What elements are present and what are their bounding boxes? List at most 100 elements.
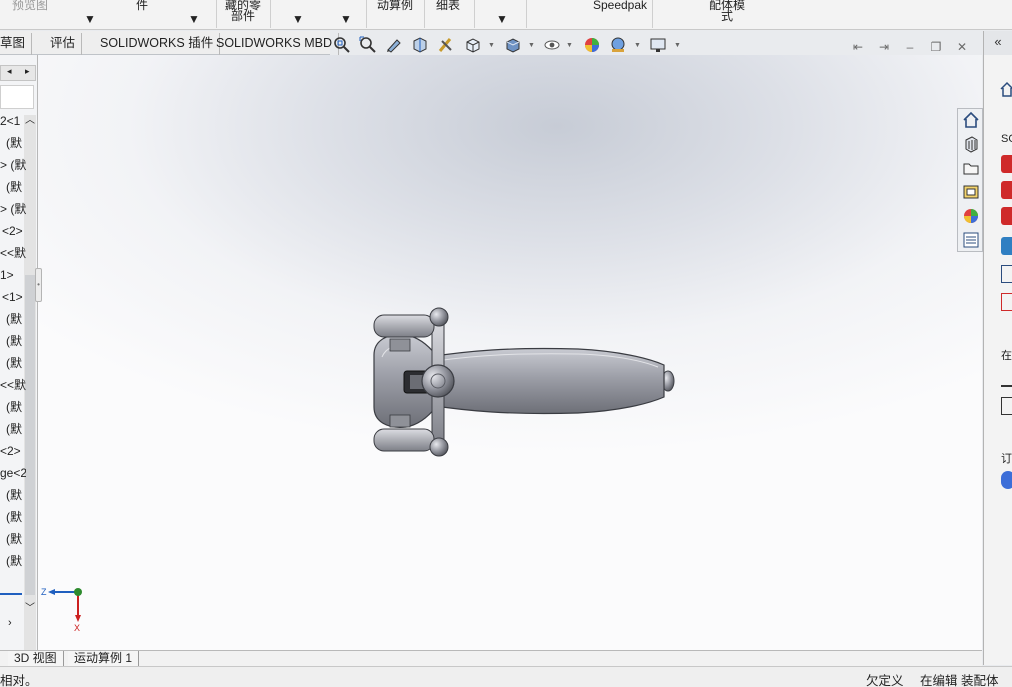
tab-solidworks-mbd[interactable]: SOLIDWORKS MBD	[210, 33, 339, 55]
tab-solidworks-addins[interactable]: SOLIDWORKS 插件	[94, 33, 221, 55]
document-icon[interactable]	[1001, 293, 1012, 311]
ribbon-separator	[366, 0, 367, 28]
ribbon-separator	[526, 0, 527, 28]
view-palette-icon[interactable]	[960, 181, 982, 203]
home-icon[interactable]	[1000, 81, 1012, 99]
chevron-down-icon[interactable]: ▼	[674, 42, 681, 49]
ribbon-item-speedpak[interactable]: Speedpak	[590, 0, 650, 30]
chevron-down-icon[interactable]: ▼	[634, 42, 641, 49]
chevron-right-icon[interactable]: ›	[8, 617, 12, 629]
status-message: 相对。	[0, 674, 38, 687]
view-orientation-icon[interactable]	[462, 34, 482, 56]
tree-item[interactable]: (默	[6, 530, 32, 548]
solidworks-resource-icon[interactable]	[1001, 181, 1012, 199]
minimize-button[interactable]: –	[900, 37, 920, 57]
chevron-down-icon[interactable]: ▼	[488, 42, 495, 49]
home-icon[interactable]	[960, 109, 982, 131]
tree-item[interactable]: > (默	[0, 200, 26, 218]
tree-item[interactable]: <2>	[0, 442, 26, 460]
edit-appearance-icon[interactable]	[582, 34, 602, 56]
tree-item[interactable]: (默	[6, 508, 32, 526]
link-icon[interactable]	[1001, 369, 1012, 387]
file-explorer-icon[interactable]	[960, 157, 982, 179]
tree-item[interactable]: (默	[6, 134, 32, 152]
ribbon-item-motion-study[interactable]: 动算例	[370, 0, 420, 30]
tree-nav-arrows: ◂ ▸	[0, 65, 36, 81]
tool-icon[interactable]	[1001, 265, 1012, 283]
zoom-area-icon[interactable]	[358, 34, 378, 56]
tree-item[interactable]: ge<2	[0, 464, 26, 482]
tree-item[interactable]: 1>	[0, 266, 26, 284]
tab-sketch[interactable]: 草图	[0, 33, 33, 55]
tab-3d-view[interactable]: 3D 视图	[8, 651, 64, 667]
ribbon-item-assembly-mode[interactable]: 配体模 式	[704, 0, 750, 30]
zoom-to-fit-icon[interactable]	[332, 34, 352, 56]
tree-item[interactable]: <2>	[2, 222, 28, 240]
ribbon-label: Speedpak	[592, 0, 648, 12]
tile-right-icon[interactable]: ⇥	[874, 37, 894, 57]
appearances-icon[interactable]	[960, 205, 982, 227]
ribbon-item-bom[interactable]: 细表	[428, 0, 468, 30]
z-axis-label: Z	[41, 587, 47, 597]
scroll-right-icon[interactable]: ▸	[25, 66, 30, 77]
tab-motion-study-1[interactable]: 运动算例 1	[68, 651, 140, 667]
custom-properties-icon[interactable]	[960, 229, 982, 251]
ribbon-item-part[interactable]: 件	[120, 0, 164, 30]
tree-filter-box[interactable]	[0, 85, 34, 109]
coordinate-triad	[48, 588, 82, 622]
tree-item[interactable]: <1>	[2, 288, 28, 306]
status-bar: 相对。 欠定义 在编辑 装配体	[0, 666, 1012, 687]
tree-item[interactable]: (默	[6, 486, 32, 504]
tree-item[interactable]: 2<1	[0, 112, 26, 130]
apply-scene-icon[interactable]	[608, 34, 628, 56]
tree-item[interactable]: (默	[6, 552, 32, 570]
chevron-up-icon[interactable]: ︿	[25, 111, 35, 126]
chevron-down-icon[interactable]: ▼	[566, 42, 573, 49]
tree-item[interactable]: (默	[6, 398, 32, 416]
command-manager-tabs: 草图 评估 SOLIDWORKS 插件 SOLIDWORKS MBD	[0, 31, 339, 55]
forum-icon[interactable]	[1001, 397, 1012, 415]
collapse-task-pane-button[interactable]: «	[983, 31, 1012, 55]
ribbon-separator	[652, 0, 653, 28]
tree-item[interactable]: (默	[6, 420, 32, 438]
panel-splitter-handle[interactable]: •	[35, 268, 42, 302]
add-in-icon[interactable]	[1001, 237, 1012, 255]
tree-item[interactable]: (默	[6, 354, 32, 372]
close-button[interactable]: ✕	[952, 37, 972, 57]
ribbon-separator	[216, 0, 217, 28]
document-window-controls: ⇤ ⇥ – ❐ ✕	[848, 37, 972, 57]
task-pane-section-label: SO	[1001, 133, 1012, 145]
hide-show-icon[interactable]	[542, 34, 562, 56]
task-pane-section-label: 在	[1001, 350, 1012, 362]
view-settings-icon[interactable]	[648, 34, 668, 56]
chevron-down-icon[interactable]: ﹀	[25, 599, 35, 614]
scooter-model[interactable]	[38, 55, 982, 650]
previous-view-icon[interactable]	[384, 34, 404, 56]
ribbon-label: 预览图	[11, 0, 48, 12]
section-view-icon[interactable]	[410, 34, 430, 56]
ribbon-separator	[424, 0, 425, 28]
display-style-icon[interactable]	[502, 34, 522, 56]
tree-item[interactable]: (默	[6, 332, 32, 350]
tree-item[interactable]: (默	[6, 178, 32, 196]
tree-item[interactable]: <<默	[0, 244, 26, 262]
ribbon-label: 件	[135, 0, 148, 12]
solidworks-resource-icon[interactable]	[1001, 155, 1012, 173]
tree-item[interactable]: (默	[6, 310, 32, 328]
chevron-down-icon[interactable]: ▼	[528, 42, 535, 49]
tile-left-icon[interactable]: ⇤	[848, 37, 868, 57]
ribbon-item-preview[interactable]: 预览图	[6, 0, 54, 30]
tree-item[interactable]: > (默	[0, 156, 26, 174]
scroll-left-icon[interactable]: ◂	[7, 66, 12, 77]
subscription-icon[interactable]	[1001, 471, 1012, 489]
tree-item[interactable]: <<默	[0, 376, 26, 394]
ribbon-separator	[474, 0, 475, 28]
graphics-area[interactable]: Z X	[38, 55, 982, 650]
design-library-icon[interactable]	[960, 133, 982, 155]
z-axis-arrow	[48, 589, 55, 595]
dynamic-annotation-icon[interactable]	[436, 34, 456, 56]
restore-button[interactable]: ❐	[926, 37, 946, 57]
tab-evaluate[interactable]: 评估	[44, 33, 83, 55]
ribbon-item-hidden-components[interactable]: 藏的零 部件	[220, 0, 266, 30]
solidworks-resource-icon[interactable]	[1001, 207, 1012, 225]
